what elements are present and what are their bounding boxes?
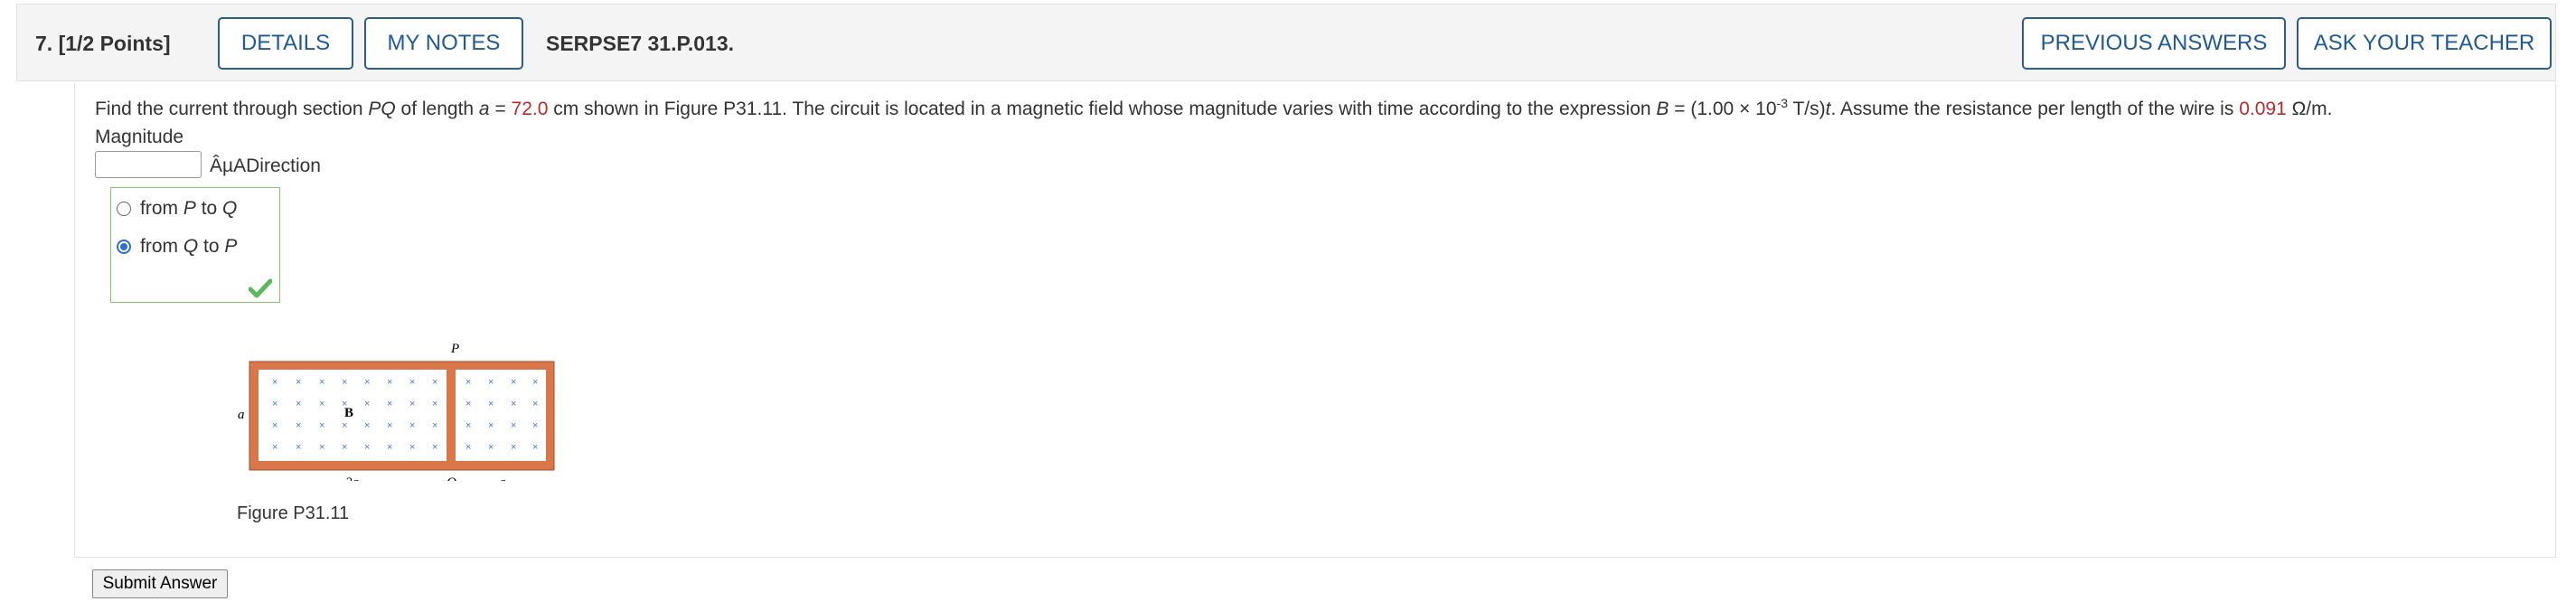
field-x-mark: × bbox=[387, 442, 392, 453]
field-x-mark: × bbox=[465, 399, 471, 409]
field-x-mark: × bbox=[465, 377, 471, 388]
radio-button-selected[interactable] bbox=[117, 240, 131, 255]
field-x-mark: × bbox=[342, 377, 347, 388]
field-x-mark: × bbox=[511, 420, 516, 431]
field-x-mark: × bbox=[511, 442, 516, 453]
field-x-mark: × bbox=[387, 399, 392, 409]
field-x-mark: × bbox=[409, 377, 415, 388]
field-x-mark: × bbox=[511, 399, 516, 409]
field-x-mark: × bbox=[432, 420, 437, 431]
magnitude-label: Magnitude bbox=[95, 127, 184, 147]
field-x-mark: × bbox=[296, 377, 301, 388]
field-x-mark: × bbox=[465, 420, 471, 431]
field-x-mark: × bbox=[364, 377, 370, 388]
field-x-mark: × bbox=[409, 399, 415, 409]
field-x-mark: × bbox=[364, 442, 370, 453]
question-number: 7. [1/2 Points] bbox=[35, 32, 171, 55]
field-x-mark: × bbox=[272, 399, 277, 409]
circuit-figure: × × × × × × × × × × × × × × × × × × × × × × × × × × × × × × × × × × × × × × × ×… bbox=[238, 342, 555, 481]
field-x-mark: × bbox=[296, 399, 301, 409]
field-x-mark: × bbox=[488, 442, 494, 453]
label-a-bottom: a bbox=[499, 475, 506, 481]
field-x-mark: × bbox=[319, 399, 324, 409]
previous-answers-button[interactable]: PREVIOUS ANSWERS bbox=[2022, 17, 2286, 70]
question-body bbox=[74, 83, 2556, 558]
field-x-mark: × bbox=[488, 420, 494, 431]
field-x-mark: × bbox=[364, 399, 370, 409]
magnitude-input[interactable] bbox=[95, 151, 202, 178]
field-x-mark: × bbox=[342, 442, 347, 453]
field-x-mark: × bbox=[272, 420, 277, 431]
field-x-mark: × bbox=[409, 420, 415, 431]
field-x-mark: × bbox=[319, 442, 324, 453]
my-notes-button[interactable]: MY NOTES bbox=[364, 17, 523, 70]
checkmark-icon bbox=[249, 278, 272, 298]
label-p: P bbox=[450, 342, 459, 356]
resistance-value: 0.091 bbox=[2239, 99, 2287, 119]
field-x-mark: × bbox=[465, 442, 471, 453]
question-text: Find the current through section PQ of l… bbox=[95, 96, 2333, 119]
length-value: 72.0 bbox=[511, 99, 549, 119]
field-x-mark: × bbox=[364, 420, 370, 431]
field-x-mark: × bbox=[532, 420, 538, 431]
label-q: Q bbox=[447, 475, 456, 481]
field-x-mark: × bbox=[488, 377, 494, 388]
field-x-mark: × bbox=[319, 377, 324, 388]
field-x-mark: × bbox=[387, 377, 392, 388]
field-x-mark: × bbox=[296, 442, 301, 453]
field-x-mark: × bbox=[532, 442, 538, 453]
direction-choices: from P to Q from Q to P bbox=[110, 187, 280, 303]
field-x-mark: × bbox=[532, 399, 538, 409]
field-x-mark: × bbox=[432, 442, 437, 453]
field-x-mark: × bbox=[272, 377, 277, 388]
field-x-mark: × bbox=[432, 377, 437, 388]
label-b: B bbox=[344, 406, 353, 420]
radio-button[interactable] bbox=[117, 202, 131, 217]
field-x-mark: × bbox=[432, 399, 437, 409]
question-id: SERPSE7 31.P.013. bbox=[546, 32, 734, 55]
details-button[interactable]: DETAILS bbox=[218, 17, 353, 70]
field-x-mark: × bbox=[488, 399, 494, 409]
magnitude-unit-text: ÂµADirection bbox=[210, 155, 321, 176]
label-2a: 2a bbox=[345, 475, 359, 481]
label-a-left: a bbox=[238, 408, 245, 422]
submit-answer-button[interactable]: Submit Answer bbox=[92, 569, 228, 598]
direction-option-p-to-q[interactable]: from P to Q bbox=[117, 198, 237, 220]
field-x-mark: × bbox=[387, 420, 392, 431]
figure-caption: Figure P31.11 bbox=[237, 503, 350, 523]
field-x-mark: × bbox=[532, 377, 538, 388]
field-x-mark: × bbox=[272, 442, 277, 453]
ask-your-teacher-button[interactable]: ASK YOUR TEACHER bbox=[2297, 17, 2552, 70]
field-x-mark: × bbox=[296, 420, 301, 431]
field-x-mark: × bbox=[342, 420, 347, 431]
direction-option-q-to-p[interactable]: from Q to P bbox=[117, 236, 237, 258]
field-x-mark: × bbox=[409, 442, 415, 453]
field-x-mark: × bbox=[319, 420, 324, 431]
field-x-mark: × bbox=[511, 377, 516, 388]
question-header: 7. [1/2 Points] DETAILS MY NOTES SERPSE7… bbox=[16, 4, 2556, 81]
